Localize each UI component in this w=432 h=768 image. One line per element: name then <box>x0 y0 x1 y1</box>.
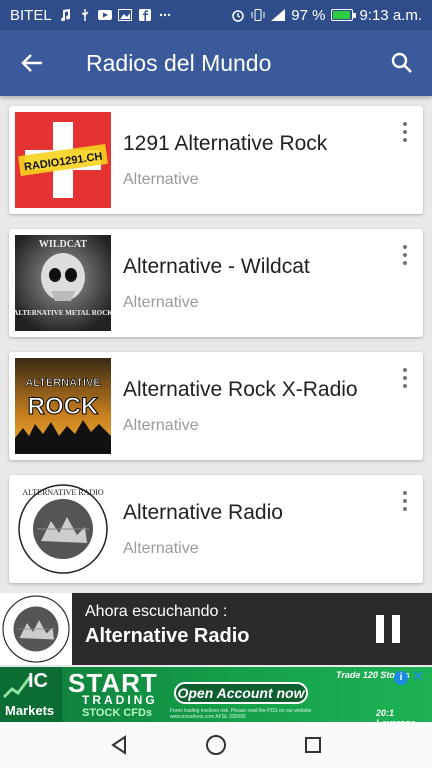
now-playing-label: Ahora escuchando : <box>85 603 228 620</box>
status-bar: BITEL 97 % 9:13 a.m. <box>0 0 432 30</box>
pause-button[interactable] <box>376 615 402 643</box>
ad-info-icon[interactable]: i <box>394 671 408 685</box>
battery-level <box>333 11 350 19</box>
image-icon <box>117 9 132 21</box>
youtube-icon <box>97 10 112 20</box>
station-logo: ALTERNATIVE ROCK <box>15 358 111 454</box>
vibrate-icon <box>251 9 265 21</box>
nav-back-button[interactable] <box>99 725 139 765</box>
carrier-label: BITEL <box>10 6 52 24</box>
arrow-left-icon <box>21 54 42 72</box>
search-icon <box>391 52 412 73</box>
more-options-button[interactable] <box>395 120 415 144</box>
more-notifications-icon <box>159 13 170 17</box>
ad-brand-logo: IC Markets <box>0 667 62 722</box>
app-bar: Radios del Mundo <box>0 30 432 96</box>
nav-home-icon <box>205 735 226 755</box>
facebook-icon <box>138 9 151 21</box>
search-button[interactable] <box>372 30 432 96</box>
page-title: Radios del Mundo <box>86 49 272 76</box>
back-button[interactable] <box>0 30 64 96</box>
more-options-button[interactable] <box>395 489 415 513</box>
now-playing-title: Alternative Radio <box>85 625 250 647</box>
ad-brand-name: Markets <box>5 703 55 718</box>
ad-banner[interactable]: IC Markets START TRADING STOCK CFDs Open… <box>0 667 432 722</box>
clock: 9:13 a.m. <box>359 6 422 24</box>
station-logo: WILDCAT ALTERNATIVE METAL ROCK <box>15 235 111 331</box>
station-card[interactable]: RADIO1291.CH 1291 Alternative Rock Alter… <box>9 106 423 214</box>
ad-leverage-note: 20:1 Leverage <box>376 708 416 722</box>
nav-home-button[interactable] <box>196 725 236 765</box>
more-options-button[interactable] <box>395 243 415 267</box>
station-genre: Alternative <box>123 540 199 557</box>
nav-recents-button[interactable] <box>293 725 333 765</box>
ad-fine-print: Forex trading involves risk. Please read… <box>170 708 312 720</box>
more-options-button[interactable] <box>395 366 415 390</box>
station-logo-text: ALTERNATIVE <box>25 377 100 389</box>
alarm-icon <box>232 10 244 22</box>
station-name: Alternative - Wildcat <box>123 255 310 278</box>
open-account-button[interactable]: Open Account now <box>174 682 308 704</box>
station-logo-text: ALTERNATIVE RADIO <box>22 488 103 497</box>
now-playing-bar[interactable]: Ahora escuchando : Alternative Radio <box>0 593 432 665</box>
station-logo-subtext: ALTERNATIVE METAL ROCK <box>15 309 111 317</box>
station-logo-subtext: ROCK <box>28 393 99 420</box>
station-genre: Alternative <box>123 294 199 311</box>
now-playing-logo <box>0 593 72 665</box>
music-note-icon <box>60 9 70 21</box>
usb-icon <box>81 9 89 21</box>
station-name: Alternative Radio <box>123 501 283 524</box>
battery-icon <box>331 9 357 21</box>
station-card[interactable]: WILDCAT ALTERNATIVE METAL ROCK Alternati… <box>9 229 423 337</box>
pause-icon <box>376 615 384 643</box>
ad-brand-prefix: IC <box>28 670 48 692</box>
station-logo: RADIO1291.CH <box>15 112 111 208</box>
ad-tagline: STOCK CFDs <box>82 707 153 719</box>
station-name: 1291 Alternative Rock <box>123 132 328 155</box>
station-logo: ALTERNATIVE RADIO <box>15 481 111 577</box>
ad-subline: TRADING <box>82 693 158 707</box>
signal-icon <box>271 9 286 21</box>
station-genre: Alternative <box>123 417 199 434</box>
ad-close-icon[interactable]: ✕ <box>410 669 426 685</box>
station-list[interactable]: RADIO1291.CH 1291 Alternative Rock Alter… <box>0 96 432 593</box>
battery-percent: 97 % <box>291 6 326 24</box>
system-nav-bar <box>0 722 432 768</box>
nav-recents-icon <box>305 737 322 753</box>
station-logo-text: WILDCAT <box>39 239 87 250</box>
nav-back-icon <box>110 735 126 755</box>
station-genre: Alternative <box>123 171 199 188</box>
station-card[interactable]: ALTERNATIVE ROCK Alternative Rock X-Radi… <box>9 352 423 460</box>
station-name: Alternative Rock X-Radio <box>123 378 358 401</box>
station-card[interactable]: ALTERNATIVE RADIO Alternative Radio Alte… <box>9 475 423 583</box>
